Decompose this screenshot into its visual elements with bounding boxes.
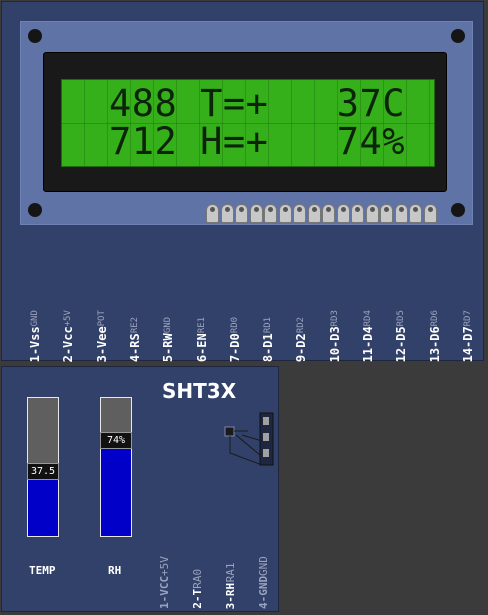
header-pin[interactable] [235,204,248,223]
lcd-pin-connection: RD5 [396,309,407,326]
lcd-pin-name: 10-D3 [327,325,342,362]
lcd-pin-name: 2-Vcc [61,325,76,362]
lcd-pin-label: 9-D2RD2 [283,274,313,362]
sht3x-pin-name: 4-GND [257,575,270,609]
lcd-bezel: 488 T=+ 37C 712 H=+ 74% [43,52,447,192]
lcd-pin-connection: POT [96,309,107,326]
lcd-pin-label: 12-D5RD5 [383,274,413,362]
temperature-value: 37.5 [27,463,59,480]
sht3x-pin-connection: +5V [158,556,171,576]
sht3x-pin-name: 2-T [191,589,204,609]
lcd-line-2: 712 H=+ 74% [109,120,406,163]
header-pin[interactable] [351,204,364,223]
lcd-pin-label: 13-D6RD6 [417,274,447,362]
sht3x-module: SHT3X 37.5 TEMP 74% RH 1-VCC+5V 2-TRA0 3-R… [1,366,279,612]
sensor-chip-icon [224,412,274,466]
lcd-pin-connection: RD1 [263,316,274,334]
lcd-pin-name: 14-D7 [460,325,475,362]
lcd-pin-name: 6-EN [194,333,209,362]
sht3x-title: SHT3X [162,379,237,403]
lcd-pin-connection: GND [30,309,40,326]
temperature-bar-fill [28,479,58,536]
mounting-hole [451,203,465,217]
humidity-label: RH [108,564,122,577]
lcd-pin-name: 4-RS [127,333,142,362]
header-pin[interactable] [249,204,263,223]
mounting-hole [28,203,42,217]
humidity-value: 74% [100,432,132,449]
lcd-pin-name: 12-D5 [394,325,409,362]
lcd-pin-label: 7-D0RD0 [217,274,247,362]
temperature-bar[interactable]: 37.5 [27,397,59,537]
sht3x-pin-label: 3-RHRA1 [215,537,245,609]
sht3x-pin-label: 4-GNDGND [248,537,278,609]
mounting-hole [451,29,465,43]
lcd-pin-name: 13-D6 [427,325,442,362]
header-pin[interactable] [264,204,277,223]
sht3x-pin-connection: RA0 [191,569,204,590]
header-pin[interactable] [336,204,350,223]
header-pin[interactable] [380,204,393,223]
lcd-pin-connection: RD3 [329,309,340,326]
lcd-pin-name: 7-D0 [227,333,242,362]
lcd-pin-name: 1-Vss [28,325,42,362]
lcd-pin-label: 8-D1RD1 [250,274,280,362]
sht3x-pin-name: 1-VCC [158,575,171,609]
lcd-pin-connection: RE1 [196,316,207,334]
lcd-pin-label: 14-D7RD7 [450,274,480,362]
lcd-pin-name: 8-D1 [261,333,276,362]
lcd-pin-connection: RD4 [363,309,373,326]
lcd-pin-connection: GND [163,316,174,334]
mounting-hole [28,29,42,43]
sht3x-pin-name: 3-RH [224,582,237,610]
lcd-pin-label: 6-ENRE1 [184,274,214,362]
lcd-display: 488 T=+ 37C 712 H=+ 74% [61,79,435,167]
temperature-label: TEMP [29,564,56,577]
header-pin[interactable] [293,204,306,223]
lcd-line-1: 488 T=+ 37C [109,82,406,125]
lcd-pin-label: 10-D3RD3 [317,274,347,362]
lcd-pin-name: 9-D2 [294,333,309,362]
lcd-pin-connection: RD7 [462,309,473,326]
lcd-pin-connection: RD0 [229,316,240,334]
humidity-bar[interactable]: 74% [100,397,132,537]
lcd-module: 488 T=+ 37C 712 H=+ 74% 1-VssGND 2-Vcc+5V… [1,1,484,362]
header-pin[interactable] [278,204,292,223]
lcd-pin-connection: RE2 [129,316,140,334]
lcd-pin-name: 3-Vee [94,325,109,362]
header-pin[interactable] [365,204,379,223]
header-pin[interactable] [307,204,321,223]
header-pin[interactable] [220,204,234,223]
lcd-pin-label: 2-Vcc+5V [50,274,80,362]
header-pin[interactable] [409,204,422,223]
header-pin[interactable] [206,204,219,223]
lcd-pin-name: 11-D4 [361,325,375,362]
sht3x-pin-label: 2-TRA0 [182,537,212,609]
lcd-board: 488 T=+ 37C 712 H=+ 74% [20,21,473,225]
sht3x-pin-connection: GND [257,556,270,576]
lcd-pin-label: 5-RWGND [150,274,180,362]
header-pin[interactable] [423,204,437,223]
lcd-pin-name: 5-RW [161,333,176,362]
pin-header [206,204,438,224]
sht3x-pin-connection: RA1 [224,562,237,583]
lcd-pin-label: 3-VeePOT [84,274,114,362]
lcd-pin-label: 11-D4RD4 [350,274,380,362]
humidity-bar-fill [101,448,131,536]
lcd-pin-connection: RD2 [296,316,307,334]
header-pin[interactable] [322,204,335,223]
header-pin[interactable] [394,204,408,223]
lcd-pin-label: 4-RSRE2 [117,274,147,362]
lcd-pin-connection: RD6 [429,309,440,326]
sht3x-pin-label: 1-VCC+5V [149,537,179,609]
lcd-pin-label: 1-VssGND [17,274,47,362]
lcd-pin-connection: +5V [63,309,74,326]
